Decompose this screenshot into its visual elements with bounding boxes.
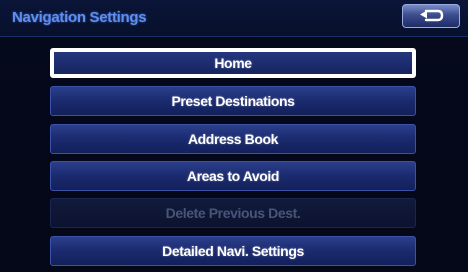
menu-item-areas-to-avoid[interactable]: Areas to Avoid: [50, 161, 416, 191]
menu-item-detailed-navi-settings[interactable]: Detailed Navi. Settings: [50, 236, 416, 266]
menu-item-delete-previous-dest: Delete Previous Dest.: [50, 198, 416, 228]
header-bar: Navigation Settings: [0, 0, 468, 37]
menu-item-home[interactable]: Home: [50, 48, 416, 78]
back-button[interactable]: [402, 4, 460, 28]
navigation-settings-screen: Navigation Settings Home Preset Destinat…: [0, 0, 468, 272]
return-arrow-icon: [417, 8, 445, 24]
menu-item-preset-destinations[interactable]: Preset Destinations: [50, 86, 416, 116]
menu-item-address-book[interactable]: Address Book: [50, 124, 416, 154]
page-title: Navigation Settings: [12, 9, 147, 26]
